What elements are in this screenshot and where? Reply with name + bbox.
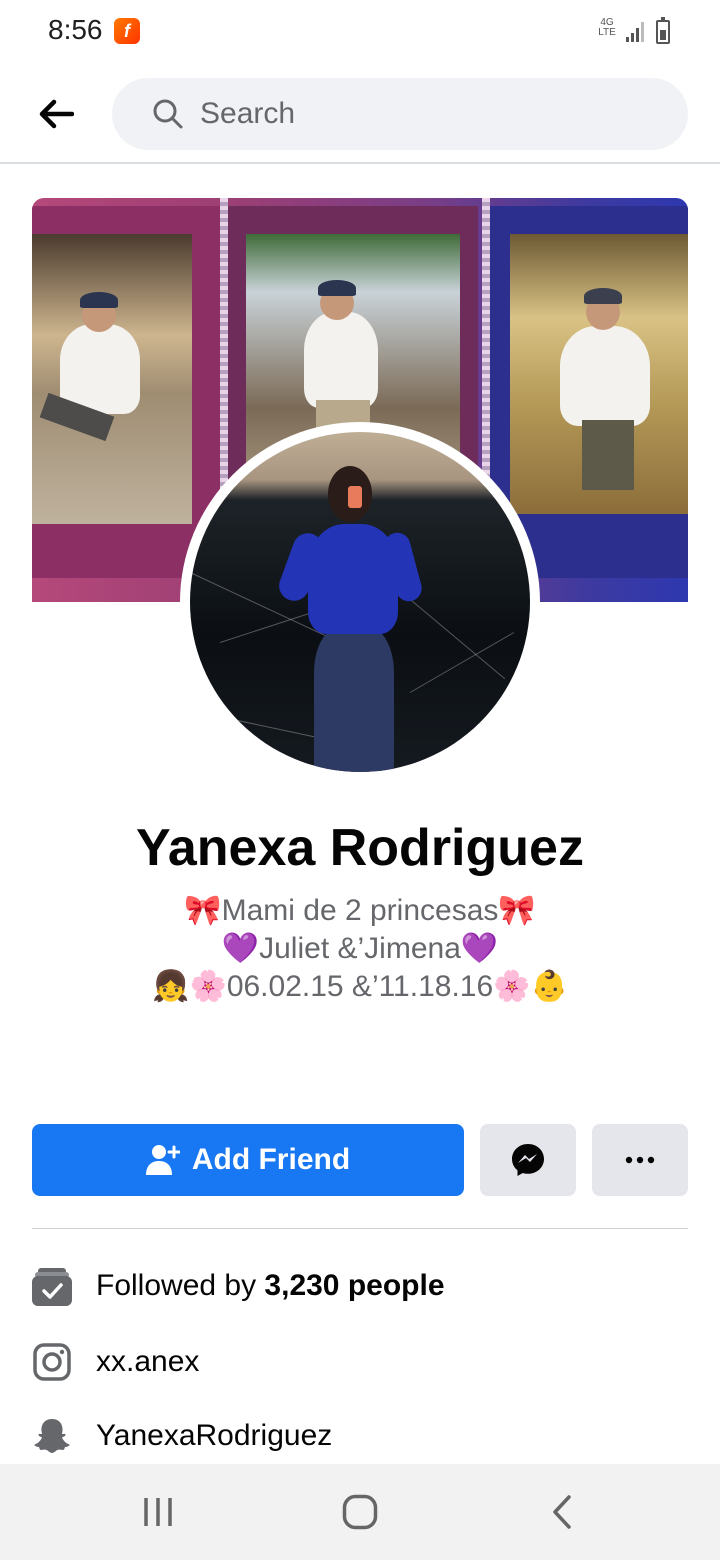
section-divider bbox=[32, 1228, 688, 1229]
more-options-button[interactable] bbox=[592, 1124, 688, 1196]
search-bar[interactable] bbox=[112, 78, 688, 150]
instagram-icon bbox=[32, 1342, 72, 1382]
add-friend-label: Add Friend bbox=[191, 1143, 351, 1176]
snapchat-row[interactable]: YanexaRodriguez bbox=[32, 1406, 688, 1466]
network-type-icon: 4G LTE bbox=[598, 17, 616, 38]
profile-picture[interactable] bbox=[180, 422, 540, 782]
followers-text: Followed by 3,230 people bbox=[96, 1269, 445, 1303]
bio-line: 💜Juliet &’Jimena💜 bbox=[221, 932, 499, 965]
profile-name: Yanexa Rodriguez bbox=[136, 819, 584, 877]
back-chevron-icon bbox=[553, 1495, 571, 1529]
avatar bbox=[190, 432, 530, 772]
followers-icon bbox=[32, 1266, 72, 1306]
battery-icon bbox=[656, 17, 670, 44]
home-button[interactable] bbox=[330, 1492, 390, 1532]
cover-snapshot-3 bbox=[510, 234, 688, 514]
home-icon bbox=[342, 1494, 378, 1530]
back-button[interactable] bbox=[34, 94, 78, 134]
status-bar: 8:56 f 4G LTE bbox=[0, 0, 720, 64]
followers-prefix: Followed by bbox=[96, 1269, 265, 1302]
signal-icon bbox=[626, 22, 648, 42]
recent-apps-icon bbox=[144, 1498, 172, 1526]
add-friend-button[interactable]: Add Friend bbox=[32, 1124, 464, 1196]
arrow-left-icon bbox=[39, 99, 74, 129]
snapchat-icon bbox=[32, 1416, 72, 1456]
more-horizontal-icon bbox=[625, 1156, 655, 1164]
system-back-button[interactable] bbox=[532, 1492, 592, 1532]
bio-line: 🎀Mami de 2 princesas🎀 bbox=[184, 894, 536, 927]
status-time: 8:56 bbox=[48, 14, 103, 45]
search-input[interactable] bbox=[200, 97, 640, 131]
recent-apps-button[interactable] bbox=[128, 1492, 188, 1532]
instagram-handle[interactable]: xx.anex bbox=[96, 1345, 199, 1379]
top-header bbox=[0, 64, 720, 164]
flash-app-icon: f bbox=[114, 18, 140, 44]
snapchat-handle[interactable]: YanexaRodriguez bbox=[96, 1419, 332, 1453]
search-icon bbox=[153, 99, 183, 129]
bio-line: 👧🌸06.02.15 &’11.18.16🌸👶 bbox=[152, 970, 568, 1003]
profile-bio: 🎀Mami de 2 princesas🎀 💜Juliet &’Jimena💜 … bbox=[0, 892, 720, 1006]
followers-count: 3,230 people bbox=[264, 1269, 445, 1302]
instagram-row[interactable]: xx.anex bbox=[32, 1332, 688, 1392]
messenger-button[interactable] bbox=[480, 1124, 576, 1196]
add-person-icon bbox=[145, 1145, 180, 1175]
followers-row[interactable]: Followed by 3,230 people bbox=[32, 1256, 688, 1316]
system-nav-bar bbox=[0, 1464, 720, 1560]
messenger-icon bbox=[512, 1144, 544, 1176]
cover-snapshot-1 bbox=[32, 234, 192, 524]
